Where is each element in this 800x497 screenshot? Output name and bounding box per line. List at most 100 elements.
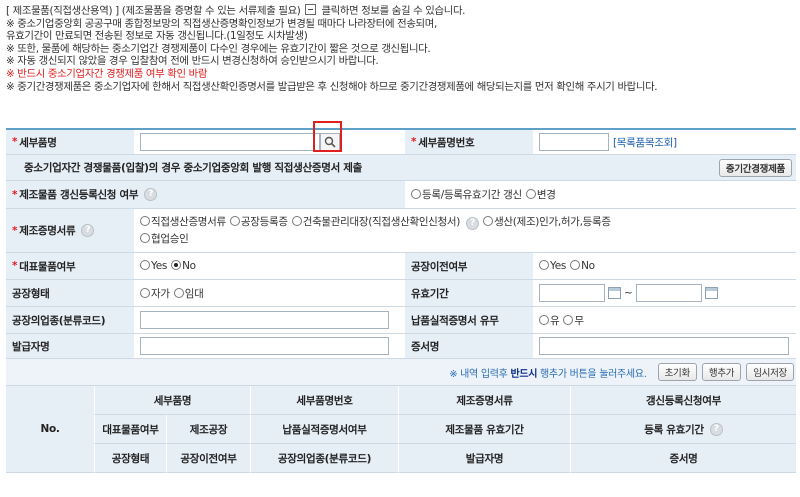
row-detail-item: * 세부품명 * 세부품명번호 [목록품목조회] <box>6 130 796 155</box>
radio-icon <box>140 287 150 298</box>
sme-button-cell: 중기간경쟁제품 <box>696 155 796 180</box>
radio-icon <box>563 314 574 325</box>
cert-name-input[interactable] <box>539 337 789 355</box>
detail-item-name-label: * 세부품명 <box>6 130 134 154</box>
calendar-icon[interactable] <box>704 287 718 299</box>
renewal-option-change[interactable]: 변경 <box>525 187 556 202</box>
notice-line-2: ※ 중소기업중앙회 공공구매 종합정보망의 직접생산증명확인정보가 변경될 때마… <box>6 17 437 30</box>
help-icon[interactable]: ? <box>144 188 158 201</box>
radio-selected-icon <box>171 260 182 270</box>
issuer-cell <box>134 334 405 358</box>
notice-line-3: 유효기간이 만료되면 전송된 정보로 자동 갱신됩니다.(1일정도 시차발생) <box>6 30 308 43</box>
add-row-hint: ※ 내역 입력후 반드시 행추가 버튼을 눌러주세요. <box>449 368 647 380</box>
add-row-button[interactable]: 행추가 <box>701 363 742 381</box>
collapse-hint: 클릭하면 정보를 숨길 수 있습니다. <box>321 5 466 17</box>
detail-item-number-cell: [목록품목조회] <box>533 130 796 154</box>
col-delivery-cert: 납품실적증명서여부 <box>250 415 398 444</box>
col-registration-validity: 등록 유효기간? <box>570 415 796 444</box>
issuer-label: 발급자명 <box>6 334 134 358</box>
validity-start-input[interactable] <box>539 284 605 302</box>
main-item-yes[interactable]: Yes <box>140 260 167 272</box>
main-item-label: * 대표물품여부 <box>6 253 134 279</box>
reset-button[interactable]: 초기화 <box>657 363 697 381</box>
renewal-option-register[interactable]: 등록/등록유효기간 갱신 <box>411 187 522 202</box>
industry-cell <box>134 307 405 333</box>
radio-icon <box>525 189 536 199</box>
factory-move-yes[interactable]: Yes <box>539 260 566 272</box>
cert-option-license[interactable]: 생산(제조)인가,허가,등록증 <box>483 214 611 231</box>
col-main-item: 대표물품여부 <box>94 415 166 444</box>
validity-range: ~ <box>533 280 796 306</box>
radio-icon <box>140 232 150 243</box>
radio-icon <box>173 287 184 298</box>
row-sme-notice: 중소기업자간 경쟁물품(입찰)의 경우 중소기업중앙회 발행 직접생산증명서 제… <box>6 155 796 181</box>
catalog-lookup-link[interactable]: [목록품목조회] <box>613 135 677 150</box>
delivery-no[interactable]: 무 <box>563 313 584 328</box>
row-industry: 공장의업종(분류코드) 납품실적증명서 유무 유 무 <box>6 307 796 334</box>
col-detail-item-number: 세부품명번호 <box>250 386 398 415</box>
factory-type-label: 공장형태 <box>6 280 134 306</box>
col-factory-type: 공장형태 <box>94 444 166 473</box>
radio-icon <box>140 260 150 270</box>
row-main-item: * 대표물품여부 Yes No 공장이전여부 Yes No <box>6 253 796 280</box>
radio-icon <box>539 314 549 325</box>
industry-label: 공장의업종(분류코드) <box>6 307 134 333</box>
search-highlight-box <box>313 121 342 152</box>
radio-icon <box>483 215 494 226</box>
factory-type-lease[interactable]: 임대 <box>173 286 204 301</box>
factory-move-label: 공장이전여부 <box>405 253 533 279</box>
renewal-options: 등록/등록유효기간 갱신 변경 <box>405 181 796 208</box>
validity-separator: ~ <box>624 287 633 299</box>
row-factory-type: 공장형태 자가 임대 유효기간 ~ <box>6 280 796 307</box>
action-bar: ※ 내역 입력후 반드시 행추가 버튼을 눌러주세요. 초기화 행추가 임시저장 <box>6 359 796 386</box>
issuer-input[interactable] <box>140 337 389 355</box>
detail-item-name-input[interactable] <box>140 133 320 151</box>
sme-notice-text: 중소기업자간 경쟁물품(입찰)의 경우 중소기업중앙회 발행 직접생산증명서 제… <box>6 155 696 180</box>
renewal-label: * 제조물품 갱신등록신청 여부 ? <box>6 181 405 208</box>
help-icon[interactable]: ? <box>709 422 723 436</box>
col-cert-docs: 제조증명서류 <box>398 386 570 415</box>
temp-save-button[interactable]: 임시저장 <box>746 363 794 381</box>
industry-code-input[interactable] <box>140 311 389 329</box>
sme-competition-button[interactable]: 중기간경쟁제품 <box>718 158 792 177</box>
cert-label: * 제조증명서류 ? <box>6 209 134 252</box>
radio-icon <box>539 260 549 270</box>
result-table-header: No. 세부품명 세부품명번호 제조증명서류 갱신등록신청여부 대표물품여부 제… <box>6 386 796 473</box>
section-title: [ 제조물품(직접생산용역) ] (제조물품을 증명할 수 있는 서류제출 필요… <box>6 5 301 17</box>
col-product-validity: 제조물품 유효기간 <box>398 415 570 444</box>
radio-icon <box>291 215 302 226</box>
notice-line-warning: ※ 반드시 중소기업자간 경쟁제품 여부 확인 바람 <box>6 67 208 80</box>
main-item-no[interactable]: No <box>171 260 196 272</box>
factory-move-no[interactable]: No <box>570 260 595 272</box>
row-issuer: 발급자명 증서명 <box>6 334 796 359</box>
main-item-options: Yes No <box>134 253 405 279</box>
product-form: * 세부품명 * 세부품명번호 [목록품목조회] 중소기업자간 경쟁물품(입찰)의 … <box>6 128 796 473</box>
cert-option-factory[interactable]: 공장등록증 <box>229 214 288 231</box>
detail-item-number-label: * 세부품명번호 <box>405 130 533 154</box>
notice-line-4: ※ 또한, 물품에 해당하는 중소기업간 경쟁제품이 다수인 경우에는 유효기간… <box>6 42 431 55</box>
delivery-yes[interactable]: 유 <box>539 313 560 328</box>
delivery-options: 유 무 <box>533 307 796 333</box>
cert-option-collab[interactable]: 협업승인 <box>140 231 792 248</box>
cert-option-direct[interactable]: 직접생산증명서류 <box>140 214 226 231</box>
cert-name-cell <box>533 334 796 358</box>
notice-line-7: ※ 중기간경쟁제품은 중소기업자에 한해서 직접생산확인증명서를 발급받은 후 … <box>6 80 658 93</box>
help-icon[interactable]: ? <box>466 216 480 230</box>
cert-options: 직접생산증명서류 공장등록증 건축물관리대장(직접생산확인신청서)? 생산(제조… <box>134 209 796 252</box>
radio-icon <box>570 260 581 270</box>
validity-end-input[interactable] <box>635 284 702 302</box>
radio-icon <box>140 215 150 226</box>
notice-block: [ 제조물품(직접생산용역) ] (제조물품을 증명할 수 있는 서류제출 필요… <box>6 4 796 93</box>
row-certificate: * 제조증명서류 ? 직접생산증명서류 공장등록증 건축물관리대장(직접생산확인신… <box>6 209 796 253</box>
cert-option-building[interactable]: 건축물관리대장(직접생산확인신청서)? <box>291 214 480 231</box>
col-factory: 제조공장 <box>166 415 250 444</box>
calendar-icon[interactable] <box>608 287 621 299</box>
help-icon[interactable]: ? <box>81 224 95 237</box>
delivery-label: 납품실적증명서 유무 <box>405 307 533 333</box>
collapse-icon[interactable] <box>305 4 317 15</box>
factory-type-own[interactable]: 자가 <box>140 286 170 301</box>
detail-item-name-cell <box>134 130 405 154</box>
detail-item-number-input[interactable] <box>539 133 609 151</box>
factory-type-options: 자가 임대 <box>134 280 405 306</box>
validity-label: 유효기간 <box>405 280 533 306</box>
